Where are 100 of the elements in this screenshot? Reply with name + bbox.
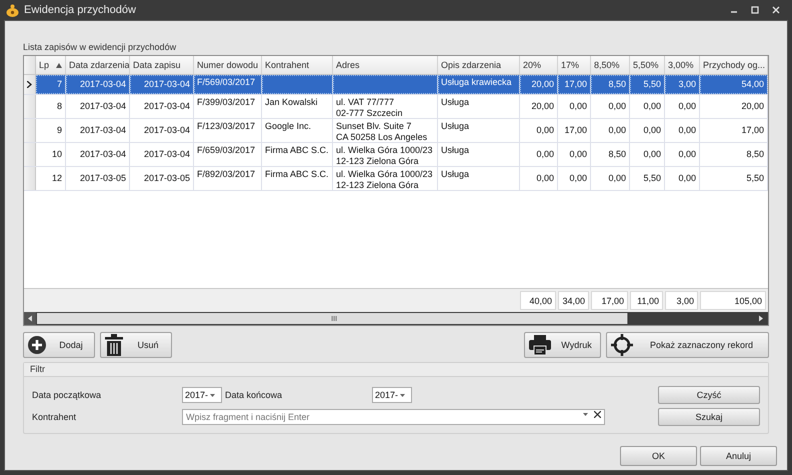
dialog-button[interactable]: Anuluj [700, 446, 777, 466]
table-cell: 2017-03-04 [130, 119, 194, 142]
action-button[interactable]: Wydruk [524, 332, 601, 358]
table-cell: ul. VAT 77/777 02-777 Szczecin [333, 95, 438, 118]
table-cell: 17,00 [558, 119, 591, 142]
maximize-icon[interactable] [751, 6, 759, 14]
table-cell: 5,50 [630, 75, 665, 94]
table-cell: 0,00 [665, 119, 700, 142]
group-title: Filtr [24, 363, 768, 377]
table-cell: 54,00 [700, 75, 768, 94]
table-cell: F/569/03/2017 [194, 75, 262, 94]
contractor-field[interactable]: Wpisz fragment i naciśnij Enter [182, 409, 605, 425]
table-cell: 0,00 [558, 143, 591, 166]
table-cell: 0,00 [665, 95, 700, 118]
table-row[interactable]: 9 2017-03-04 2017-03-04 F/123/03/2017 Google Inc. Sunset Blv. Suite 7 CA 50258 Los Angeles Usługa 0,00 17,00 0,00 0,00 0,00 17,00 [24, 119, 768, 143]
table-cell: Firma ABC S.C. [262, 143, 333, 166]
table-cell: 5,50 [700, 167, 768, 190]
dropdown-arrow-icon[interactable] [583, 413, 588, 416]
table-cell: 9 [36, 119, 66, 142]
total-cell: 34,00 [558, 291, 589, 310]
table-cell: 0,00 [665, 167, 700, 190]
table-cell: 0,00 [558, 167, 591, 190]
table-cell: 0,00 [630, 119, 665, 142]
dropdown-arrow-icon[interactable] [400, 394, 406, 396]
table-cell: 0,00 [520, 143, 558, 166]
table-cell: 2017-03-04 [130, 143, 194, 166]
money-bag-icon [6, 4, 19, 16]
table-cell: Firma ABC S.C. [262, 167, 333, 190]
table-cell: 2017-03-05 [130, 167, 194, 190]
field-label: Kontrahent [32, 412, 78, 422]
total-cell: 3,00 [665, 291, 698, 310]
table-cell: 0,00 [591, 167, 630, 190]
table-row[interactable]: 12 2017-03-05 2017-03-05 F/892/03/2017 Firma ABC S.C. ul. Wielka Góra 1000/23 12-123 Zielona Góra Usługa 0,00 0,00 0,00 5,50 0,00 5,50 [24, 167, 768, 191]
table-cell: 8,50 [591, 75, 630, 94]
row-header[interactable] [24, 75, 36, 94]
table-cell: 20,00 [520, 95, 558, 118]
table-row[interactable]: 7 2017-03-04 2017-03-04 F/569/03/2017 Usługa krawiecka 20,00 17,00 8,50 5,50 3,00 54,00 [24, 75, 768, 95]
table-cell: F/399/03/2017 [194, 95, 262, 118]
table-cell: 2017-03-05 [66, 167, 130, 190]
table-cell: Usługa krawiecka [438, 75, 520, 94]
column-header[interactable]: 17% [558, 56, 591, 74]
dropdown-arrow-icon[interactable] [210, 394, 216, 396]
clear-icon[interactable] [594, 411, 601, 418]
column-header[interactable]: Opis zdarzenia [438, 56, 520, 74]
table-cell: 0,00 [558, 95, 591, 118]
table-cell: 2017-03-04 [66, 143, 130, 166]
table-cell: F/892/03/2017 [194, 167, 262, 190]
action-button[interactable]: Pokaż zaznaczony rekord [606, 332, 769, 358]
column-header[interactable]: Przychody og... [700, 56, 768, 74]
window-title: Ewidencja przychodów [24, 4, 137, 16]
table-cell: F/123/03/2017 [194, 119, 262, 142]
table-cell: 2017-03-04 [130, 95, 194, 118]
printer-icon [529, 335, 551, 355]
column-header[interactable]: 5,50% [630, 56, 665, 74]
column-header[interactable]: Data zapisu [130, 56, 194, 74]
table-cell: F/659/03/2017 [194, 143, 262, 166]
clear-button[interactable]: Czyść [658, 386, 760, 404]
column-header[interactable]: Numer dowodu [194, 56, 262, 74]
table-cell: 20,00 [700, 95, 768, 118]
table-cell: Jan Kowalski [262, 95, 333, 118]
horizontal-scrollbar[interactable] [24, 312, 768, 325]
table-cell: 2017-03-04 [66, 119, 130, 142]
table-cell: Usługa [438, 143, 520, 166]
table-cell: 10 [36, 143, 66, 166]
column-header[interactable]: 3,00% [665, 56, 700, 74]
table-cell: 0,00 [591, 95, 630, 118]
table-cell: 5,50 [630, 167, 665, 190]
field-label: Data końcowa [224, 390, 284, 400]
column-header[interactable]: Adres [333, 56, 438, 74]
table-row[interactable]: 8 2017-03-04 2017-03-04 F/399/03/2017 Jan Kowalski ul. VAT 77/777 02-777 Szczecin Usługa 20,00 0,00 0,00 0,00 0,00 20,00 [24, 95, 768, 119]
date-combo[interactable]: 2017- [182, 387, 222, 403]
date-combo[interactable]: 2017- [372, 387, 412, 403]
table-cell: 8,50 [700, 143, 768, 166]
table-cell: 2017-03-04 [66, 95, 130, 118]
column-header[interactable]: 8,50% [591, 56, 630, 74]
grid-label: Lista zapisów w ewidencji przychodów [23, 42, 178, 52]
table-cell: Usługa [438, 119, 520, 142]
trash-icon [105, 334, 123, 356]
column-header[interactable]: Kontrahent [262, 56, 333, 74]
table-cell: 7 [36, 75, 66, 94]
table-cell: 0,00 [665, 143, 700, 166]
table-cell: 8 [36, 95, 66, 118]
close-icon[interactable] [772, 6, 780, 14]
table-row[interactable]: 10 2017-03-04 2017-03-04 F/659/03/2017 Firma ABC S.C. ul. Wielka Góra 1000/23 12-123 Zielona Góra Usługa 0,00 0,00 8,50 0,00 0,00 8,50 [24, 143, 768, 167]
table-cell: 0,00 [630, 95, 665, 118]
total-cell: 17,00 [591, 291, 628, 310]
table-cell: Usługa [438, 95, 520, 118]
search-button[interactable]: Szukaj [658, 408, 760, 426]
table-cell: 12 [36, 167, 66, 190]
table-cell: 2017-03-04 [130, 75, 194, 94]
table-cell: Usługa [438, 167, 520, 190]
dialog-button[interactable]: OK [620, 446, 697, 466]
table-cell: 8,50 [591, 143, 630, 166]
column-header[interactable]: 20% [520, 56, 558, 74]
action-button[interactable]: Usuń [100, 332, 172, 358]
action-button[interactable]: Dodaj [23, 332, 95, 358]
column-header[interactable]: Lp [36, 56, 66, 74]
table-cell: 17,00 [558, 75, 591, 94]
table-cell: 0,00 [520, 167, 558, 190]
row-pointer-icon [27, 81, 32, 88]
